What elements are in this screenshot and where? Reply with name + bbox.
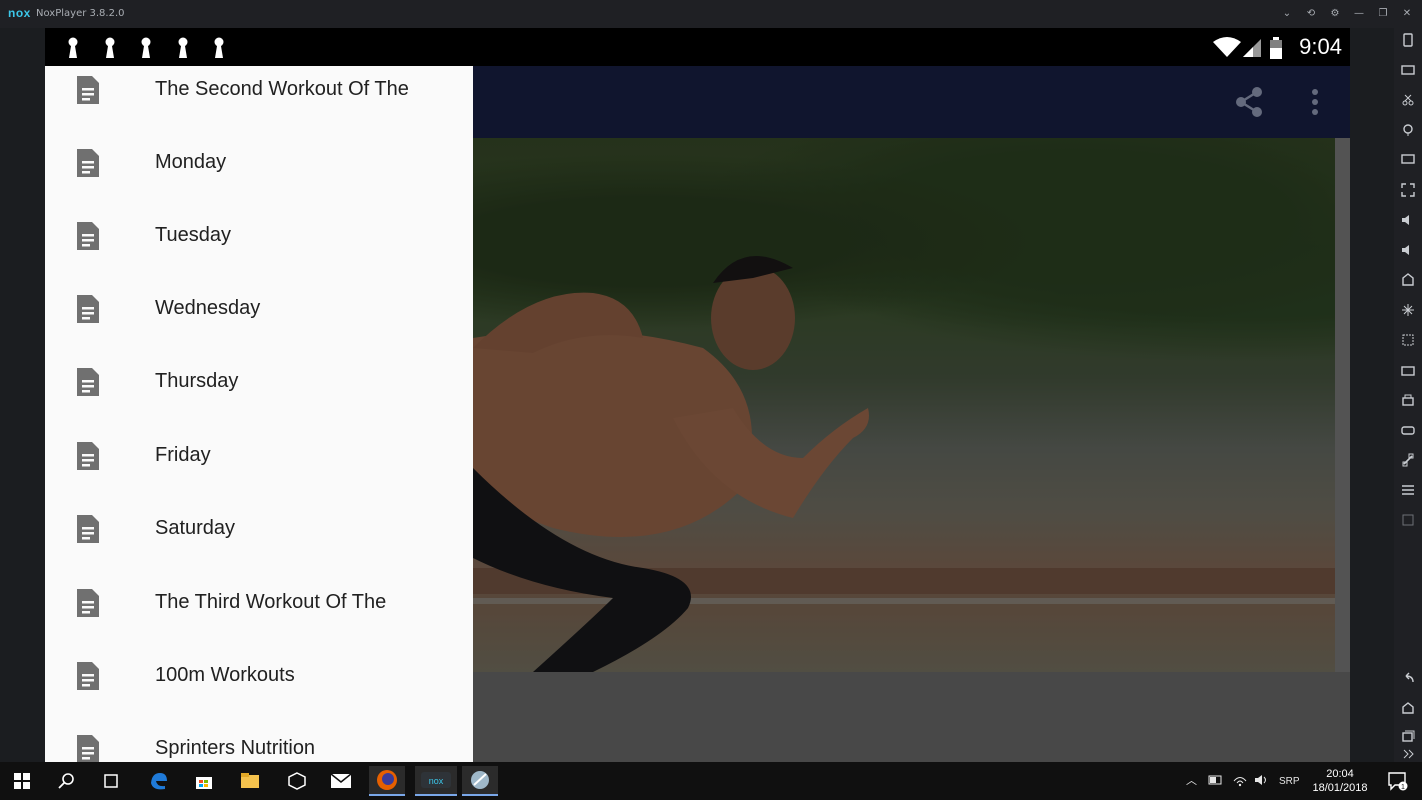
drawer-item-thursday[interactable]: Thursday xyxy=(45,345,473,418)
window-controls: ⌄ ⟲ ⚙ — ❐ ✕ xyxy=(1280,6,1414,20)
restore-icon[interactable]: ❐ xyxy=(1376,6,1390,20)
document-icon xyxy=(77,75,99,104)
document-icon xyxy=(77,148,99,177)
home-icon[interactable] xyxy=(1400,700,1416,716)
window-title: NoxPlayer 3.8.2.0 xyxy=(36,8,125,19)
emulator-side-toolbar xyxy=(1394,28,1422,762)
document-icon xyxy=(77,588,99,617)
drawer-item-label: Wednesday xyxy=(155,297,261,319)
minimize-icon[interactable]: — xyxy=(1352,6,1366,20)
multi-instance-icon[interactable] xyxy=(1400,332,1416,348)
nox-icon[interactable]: nox xyxy=(415,766,457,796)
drawer-item-label: Monday xyxy=(155,151,227,173)
drawer-item-third-workout[interactable]: The Third Workout Of The xyxy=(45,566,473,639)
battery-icon xyxy=(1270,37,1282,59)
drawer-item-sprinters-nutrition[interactable]: Sprinters Nutrition xyxy=(45,712,473,762)
expand-icon[interactable] xyxy=(1400,748,1416,760)
drawer-item-label: The Second Workout Of The xyxy=(155,78,409,100)
signal-icon xyxy=(1243,39,1261,57)
phone-icon[interactable] xyxy=(1400,32,1416,48)
drawer-item-label: The Third Workout Of The xyxy=(155,591,387,613)
drawer-item-label: Tuesday xyxy=(155,224,231,246)
mail-icon[interactable] xyxy=(323,766,359,796)
notification-count: 1 xyxy=(1401,784,1405,791)
drawer-item-label: 100m Workouts xyxy=(155,664,295,686)
chess-pawn-icon xyxy=(214,37,224,58)
document-icon xyxy=(77,734,99,762)
link-icon[interactable] xyxy=(1400,452,1416,468)
gear-icon[interactable]: ⚙ xyxy=(1328,6,1342,20)
location-icon[interactable] xyxy=(1400,122,1416,138)
pin-icon[interactable]: ⟲ xyxy=(1304,6,1318,20)
drawer-scrim[interactable] xyxy=(473,66,1350,762)
windows-taskbar: nox ︿ SRP 20:04 18/01/2018 1 xyxy=(0,762,1422,800)
back-icon[interactable] xyxy=(1400,670,1416,686)
drawer-item-friday[interactable]: Friday xyxy=(45,419,473,492)
chevron-up-icon[interactable]: ︿ xyxy=(1186,772,1197,788)
task-view-icon[interactable] xyxy=(93,766,129,796)
emulator-title-bar: nox NoxPlayer 3.8.2.0 ⌄ ⟲ ⚙ — ❐ ✕ xyxy=(0,0,1422,28)
drawer-item-saturday[interactable]: Saturday xyxy=(45,492,473,565)
screen-icon[interactable] xyxy=(1400,152,1416,168)
taskbar-clock[interactable]: 20:04 18/01/2018 xyxy=(1305,767,1375,795)
menu-icon[interactable] xyxy=(1400,482,1416,498)
volume-up-icon[interactable] xyxy=(1400,212,1416,228)
drawer-item-wednesday[interactable]: Wednesday xyxy=(45,272,473,345)
macro-icon[interactable] xyxy=(1400,392,1416,408)
scissors-icon[interactable] xyxy=(1400,92,1416,108)
drawer-item-tuesday[interactable]: Tuesday xyxy=(45,199,473,272)
document-icon xyxy=(77,514,99,543)
chess-pawn-icon xyxy=(178,37,188,58)
chevron-down-icon[interactable]: ⌄ xyxy=(1280,6,1294,20)
apk-install-icon[interactable] xyxy=(1400,272,1416,288)
shake-icon[interactable] xyxy=(1400,302,1416,318)
wifi-icon xyxy=(1213,37,1241,57)
edge-icon[interactable] xyxy=(141,766,177,796)
drawer-item-100m-workouts[interactable]: 100m Workouts xyxy=(45,639,473,712)
document-icon xyxy=(77,661,99,690)
android-clock: 9:04 xyxy=(1299,34,1342,59)
document-icon xyxy=(77,221,99,250)
store-icon[interactable] xyxy=(186,766,222,796)
chess-pawn-icon xyxy=(68,37,78,58)
svg-text:nox: nox xyxy=(429,776,444,786)
android-status-bar: 9:04 xyxy=(45,28,1350,66)
android-screen: 9:04 The Second Workout Of The Monday Tu… xyxy=(45,28,1350,762)
nox-logo: nox xyxy=(8,6,31,20)
drawer-item-label: Saturday xyxy=(155,517,236,539)
drawer-item-label: Sprinters Nutrition xyxy=(155,737,316,759)
volume-down-icon[interactable] xyxy=(1400,242,1416,258)
close-icon[interactable]: ✕ xyxy=(1400,6,1414,20)
wifi-icon[interactable] xyxy=(1233,773,1247,787)
document-icon xyxy=(77,294,99,323)
navigation-drawer: The Second Workout Of The Monday Tuesday… xyxy=(45,66,473,762)
chess-pawn-icon xyxy=(105,37,115,58)
recorder-icon[interactable] xyxy=(1400,362,1416,378)
action-center-icon[interactable]: 1 xyxy=(1380,766,1416,796)
drawer-item-second-workout[interactable]: The Second Workout Of The xyxy=(45,66,473,126)
controller-icon[interactable] xyxy=(1400,422,1416,438)
speaker-icon[interactable] xyxy=(1254,773,1270,787)
document-icon xyxy=(77,367,99,396)
more-tools-icon[interactable] xyxy=(1400,512,1416,528)
firefox-icon[interactable] xyxy=(369,766,405,796)
taskbar-time: 20:04 xyxy=(1326,768,1354,780)
document-icon xyxy=(77,441,99,470)
chess-pawn-icon xyxy=(141,37,151,58)
drawer-item-label: Thursday xyxy=(155,370,239,392)
search-icon[interactable] xyxy=(49,766,85,796)
drawer-item-monday[interactable]: Monday xyxy=(45,126,473,199)
drawer-item-label: Friday xyxy=(155,444,211,466)
windows-start-icon[interactable] xyxy=(4,766,40,796)
language-indicator[interactable]: SRP xyxy=(1279,776,1300,787)
file-explorer-icon[interactable] xyxy=(232,766,268,796)
battery-icon[interactable] xyxy=(1208,775,1224,785)
keyboard-icon[interactable] xyxy=(1400,62,1416,78)
unity-icon[interactable] xyxy=(279,766,315,796)
recent-apps-icon[interactable] xyxy=(1400,728,1416,744)
app-icon[interactable] xyxy=(462,766,498,796)
taskbar-date: 18/01/2018 xyxy=(1312,782,1368,794)
fullscreen-icon[interactable] xyxy=(1400,182,1416,198)
